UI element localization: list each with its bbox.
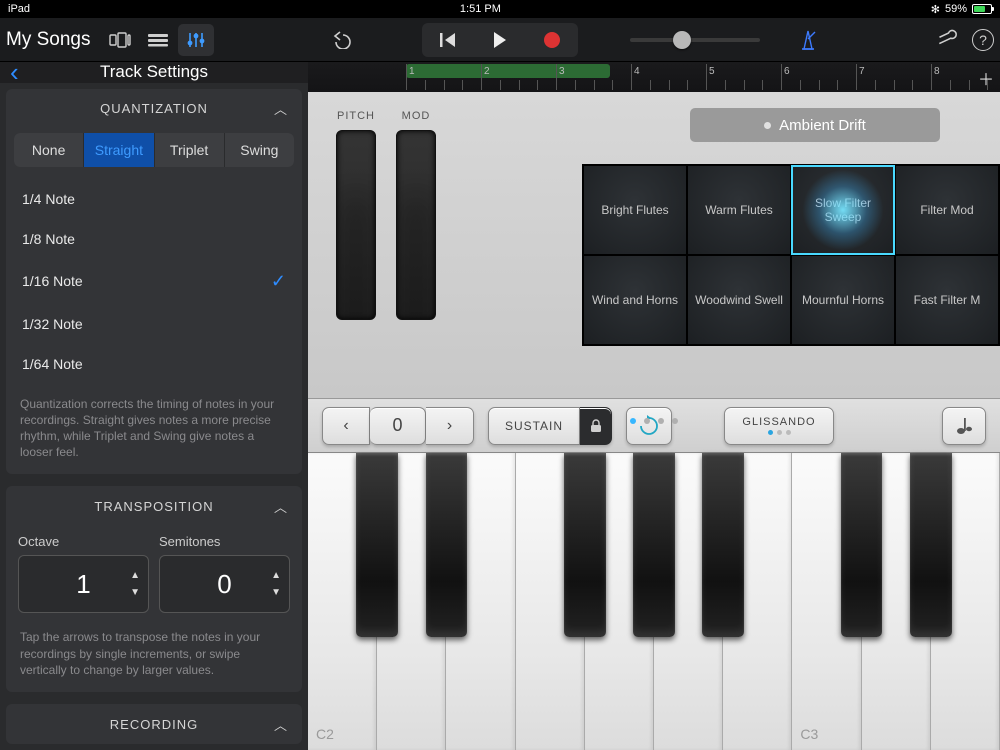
white-key[interactable] <box>931 453 1000 750</box>
mod-label: MOD <box>402 110 431 122</box>
back-button[interactable]: ‹ <box>10 57 19 88</box>
chevron-up-icon: ︿ <box>274 715 288 734</box>
quantization-section: QUANTIZATION ︿ None Straight Triplet Swi… <box>6 89 302 475</box>
song-region[interactable] <box>406 64 610 78</box>
checkmark-icon: ✓ <box>271 271 286 292</box>
octave-down-button[interactable]: ‹ <box>322 407 370 445</box>
pad-warm-flutes[interactable]: Warm Flutes <box>687 165 791 255</box>
recording-section: RECORDING ︿ <box>6 704 302 744</box>
pad-slow-filter-sweep[interactable]: Slow Filter Sweep <box>791 165 895 255</box>
white-key[interactable] <box>516 453 585 750</box>
tracks-view-button[interactable] <box>140 24 176 56</box>
octave-up-button[interactable]: › <box>426 407 474 445</box>
battery-icon <box>972 4 992 14</box>
preset-selector[interactable]: Ambient Drift <box>690 108 940 142</box>
seg-straight[interactable]: Straight <box>84 133 154 167</box>
arrow-up-icon[interactable]: ▲ <box>271 570 281 581</box>
panel-title: Track Settings <box>100 62 208 82</box>
quant-1-32[interactable]: 1/32 Note <box>6 304 302 344</box>
pitch-wheel[interactable] <box>336 130 376 320</box>
undo-button[interactable] <box>324 24 360 56</box>
arrow-up-icon[interactable]: ▲ <box>130 570 140 581</box>
semitones-label: Semitones <box>159 534 290 549</box>
arpeggiator-button[interactable] <box>626 407 672 445</box>
glissando-button[interactable]: GLISSANDO <box>724 407 834 445</box>
transposition-header[interactable]: TRANSPOSITION ︿ <box>6 486 302 526</box>
play-button[interactable] <box>474 23 526 57</box>
white-key[interactable] <box>723 453 792 750</box>
seg-none[interactable]: None <box>14 133 84 167</box>
smart-instrument-panel: Ambient Drift PITCH MOD Bright Flutes Wa… <box>308 92 1000 398</box>
pad-filter-mod[interactable]: Filter Mod <box>895 165 999 255</box>
mod-wheel[interactable] <box>396 130 436 320</box>
white-key[interactable]: C2 <box>308 453 377 750</box>
sustain-button[interactable]: SUSTAIN <box>488 407 580 445</box>
quant-1-4[interactable]: 1/4 Note <box>6 179 302 219</box>
record-button[interactable] <box>526 23 578 57</box>
semitones-stepper[interactable]: 0 ▲▼ <box>159 555 290 613</box>
white-key[interactable] <box>654 453 723 750</box>
help-button[interactable]: ? <box>972 29 994 51</box>
quant-1-16[interactable]: 1/16 Note✓ <box>6 259 302 304</box>
seg-triplet[interactable]: Triplet <box>155 133 225 167</box>
battery-pct: 59% <box>945 3 967 15</box>
chevron-up-icon: ︿ <box>274 497 288 516</box>
add-section-button[interactable]: ＋ <box>978 66 994 90</box>
status-bar: iPad 1:51 PM ✻ 59% <box>0 0 1000 18</box>
white-key[interactable] <box>377 453 446 750</box>
quantization-header[interactable]: QUANTIZATION ︿ <box>6 89 302 129</box>
seg-swing[interactable]: Swing <box>225 133 294 167</box>
rewind-button[interactable] <box>422 23 474 57</box>
quantization-help: Quantization corrects the timing of note… <box>6 388 302 475</box>
transposition-help: Tap the arrows to transpose the notes in… <box>6 621 302 692</box>
autoplay-pad-grid: Bright Flutes Warm Flutes Slow Filter Sw… <box>582 164 1000 346</box>
quant-1-64[interactable]: 1/64 Note <box>6 344 302 384</box>
recording-header[interactable]: RECORDING ︿ <box>6 704 302 744</box>
pitch-label: PITCH <box>337 110 375 122</box>
pad-mournful-horns[interactable]: Mournful Horns <box>791 255 895 345</box>
arrow-down-icon[interactable]: ▼ <box>271 587 281 598</box>
chevron-up-icon: ︿ <box>274 99 288 118</box>
track-settings-panel: ‹ Track Settings QUANTIZATION ︿ None Str… <box>0 62 308 750</box>
timeline-ruler[interactable]: ＋ 123456789 <box>308 62 1000 92</box>
quant-1-8[interactable]: 1/8 Note <box>6 219 302 259</box>
master-volume-slider[interactable] <box>630 38 760 42</box>
transposition-section: TRANSPOSITION ︿ Octave 1 ▲▼ Semitones 0 … <box>6 486 302 692</box>
device-label: iPad <box>8 3 30 15</box>
white-key[interactable] <box>862 453 931 750</box>
record-icon <box>544 32 560 48</box>
clock: 1:51 PM <box>30 3 931 15</box>
app-toolbar: My Songs ? <box>0 18 1000 62</box>
pad-wind-and-horns[interactable]: Wind and Horns <box>583 255 687 345</box>
octave-display[interactable]: 0 <box>370 407 426 445</box>
browser-view-button[interactable] <box>102 24 138 56</box>
octave-stepper[interactable]: 1 ▲▼ <box>18 555 149 613</box>
scale-button[interactable] <box>942 407 986 445</box>
instrument-area: ＋ 123456789 Ambient Drift PITCH MOD Brig… <box>308 62 1000 750</box>
white-key[interactable] <box>585 453 654 750</box>
track-settings-button[interactable] <box>178 24 214 56</box>
quantization-mode-segment: None Straight Triplet Swing <box>14 133 294 167</box>
preset-dot-icon <box>764 122 771 129</box>
page-indicator[interactable] <box>308 418 1000 424</box>
keyboard-controls-bar: ‹ 0 › SUSTAIN GLISSANDO <box>308 398 1000 452</box>
metronome-button[interactable] <box>790 24 826 56</box>
bluetooth-icon: ✻ <box>931 3 940 16</box>
octave-label: Octave <box>18 534 149 549</box>
my-songs-button[interactable]: My Songs <box>6 29 90 51</box>
white-key[interactable]: C3 <box>792 453 861 750</box>
transport-controls <box>422 23 578 57</box>
sustain-lock-button[interactable] <box>580 407 612 445</box>
white-key[interactable] <box>446 453 515 750</box>
pad-fast-filter[interactable]: Fast Filter M <box>895 255 999 345</box>
pad-bright-flutes[interactable]: Bright Flutes <box>583 165 687 255</box>
arrow-down-icon[interactable]: ▼ <box>130 587 140 598</box>
pad-woodwind-swell[interactable]: Woodwind Swell <box>687 255 791 345</box>
settings-wrench-button[interactable] <box>936 29 958 51</box>
piano-keyboard[interactable]: C2 C3 <box>308 452 1000 750</box>
